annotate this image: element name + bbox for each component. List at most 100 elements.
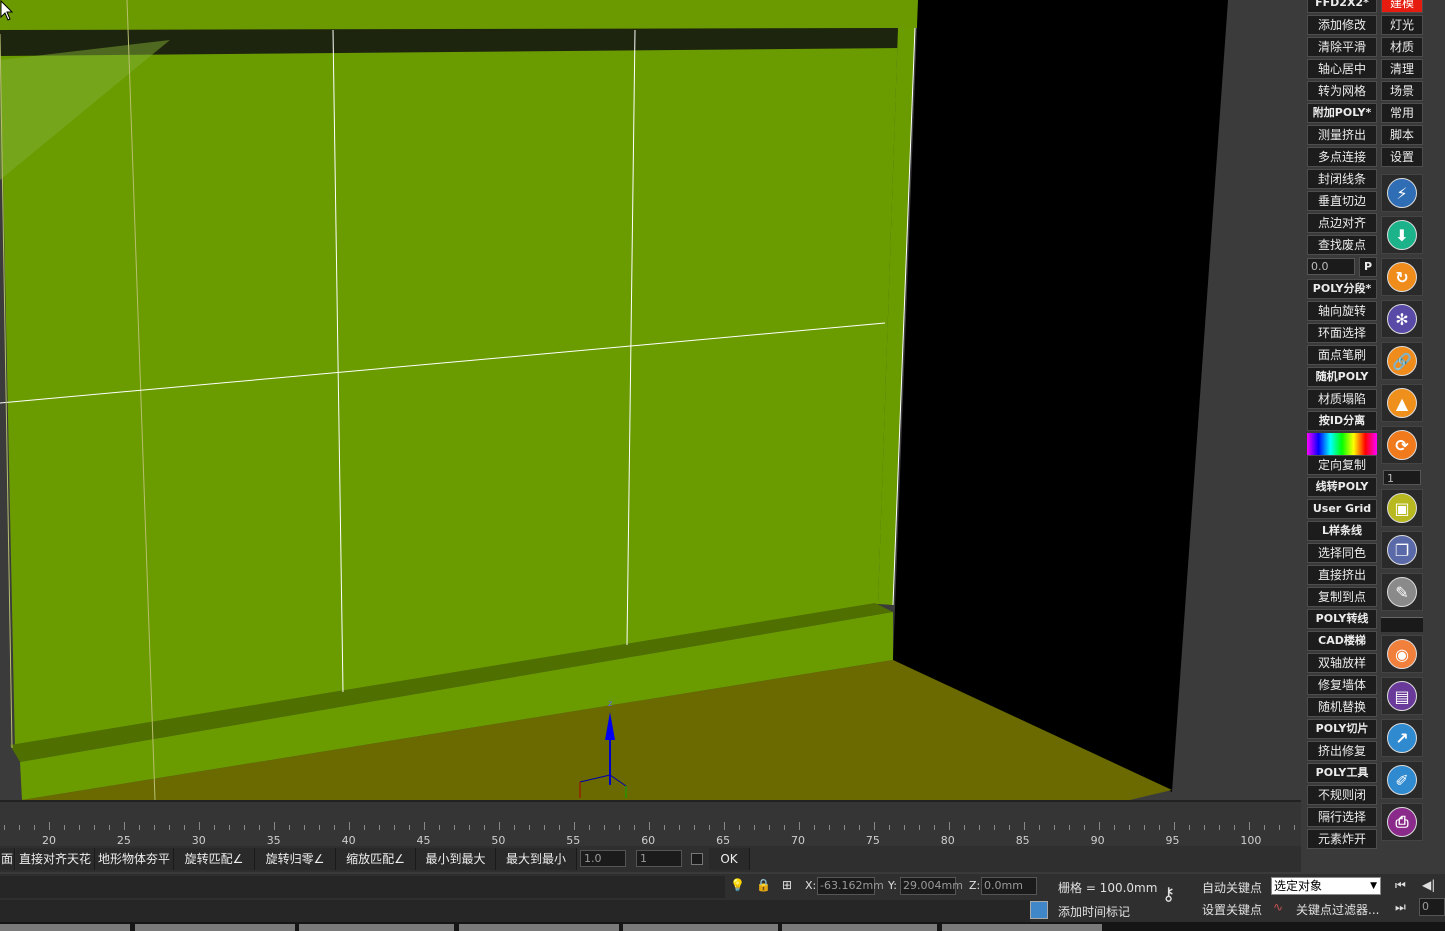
x-coordinate-field[interactable]: -63.162mm — [817, 877, 884, 895]
script-button[interactable]: 旋转匹配∠ — [174, 848, 255, 870]
tool-button[interactable]: 封闭线条 — [1307, 169, 1377, 189]
tool-button[interactable]: 测量挤出 — [1307, 125, 1377, 145]
script-button[interactable]: 直接对齐天花 — [16, 848, 95, 870]
truncated-button[interactable]: 面 — [0, 848, 15, 870]
tool-button[interactable]: 面点笔刷 — [1307, 345, 1377, 365]
tool-button[interactable]: 转为网格 — [1307, 81, 1377, 101]
tool-button[interactable]: 元素炸开 — [1307, 829, 1377, 849]
value-field-1[interactable]: 1.0 — [580, 850, 626, 867]
taskbar-item[interactable] — [299, 924, 454, 931]
key-mode-icon[interactable]: ⏭ — [1395, 900, 1406, 915]
tool-button[interactable]: 修复墙体 — [1307, 675, 1377, 695]
tool-button[interactable]: 选择同色 — [1307, 543, 1377, 563]
tool-button[interactable]: 材质塌陷 — [1307, 389, 1377, 409]
auto-key-button[interactable]: 自动关键点 — [1202, 879, 1262, 896]
tool-button[interactable]: 添加修改 — [1307, 15, 1377, 35]
tool-button[interactable]: POLY分段* — [1307, 279, 1377, 299]
key-icon[interactable]: ⚷ — [1162, 884, 1175, 905]
tool-button[interactable]: User Grid — [1307, 499, 1377, 519]
value-field-2[interactable]: 1 — [636, 850, 682, 867]
printer-button[interactable]: ⎙ — [1381, 803, 1423, 841]
document-button[interactable]: ▤ — [1381, 677, 1423, 715]
go-to-start-icon[interactable]: ⏮ — [1395, 878, 1406, 893]
eraser-button[interactable]: ✎ — [1381, 573, 1423, 611]
icon-spinner[interactable]: 1 — [1383, 470, 1421, 485]
category-tab[interactable]: 设置 — [1381, 147, 1423, 167]
tool-button[interactable]: 不规则闭 — [1307, 785, 1377, 805]
taskbar-item[interactable] — [135, 924, 295, 931]
cycle-button[interactable]: ⟳ — [1381, 426, 1423, 464]
category-tab[interactable]: 场景 — [1381, 81, 1423, 101]
ok-button[interactable]: OK — [709, 848, 750, 870]
segment-spinner[interactable]: 0.0 — [1307, 258, 1355, 275]
z-coordinate-field[interactable]: 0.0mm — [981, 877, 1037, 895]
tool-button[interactable]: 挤出修复 — [1307, 741, 1377, 761]
camera-button[interactable]: ◉ — [1381, 635, 1423, 673]
tool-button[interactable]: 垂直切边 — [1307, 191, 1377, 211]
y-coordinate-field[interactable]: 29.004mm — [900, 877, 963, 895]
script-button[interactable]: 最大到最小 — [496, 848, 577, 870]
tool-button[interactable]: 隔行选择 — [1307, 807, 1377, 827]
set-key-button[interactable]: 设置关键点 — [1202, 901, 1262, 918]
tool-button[interactable]: 查找废点 — [1307, 235, 1377, 255]
link-button[interactable]: 🔗 — [1381, 342, 1423, 380]
taskbar-item[interactable] — [942, 924, 1102, 931]
tool-button[interactable]: 随机POLY — [1307, 367, 1377, 387]
lightning-button[interactable]: ⚡ — [1381, 174, 1423, 212]
taskbar-item[interactable] — [0, 924, 130, 931]
tool-button[interactable]: CAD楼梯 — [1307, 631, 1377, 651]
tool-button[interactable]: 复制到点 — [1307, 587, 1377, 607]
category-tab[interactable]: 材质 — [1381, 37, 1423, 57]
previous-frame-icon[interactable]: ◀| — [1422, 878, 1435, 892]
option-checkbox[interactable] — [691, 853, 703, 865]
tool-button[interactable]: 点边对齐 — [1307, 213, 1377, 233]
category-tab[interactable]: 灯光 — [1381, 15, 1423, 35]
tool-button[interactable]: 多点连接 — [1307, 147, 1377, 167]
tool-button[interactable]: 双轴放样 — [1307, 653, 1377, 673]
isolate-bulb-icon[interactable]: 💡 — [730, 878, 745, 892]
flower-button[interactable]: ✻ — [1381, 300, 1423, 338]
download-button[interactable]: ⬇ — [1381, 216, 1423, 254]
tool-button[interactable]: 轴心居中 — [1307, 59, 1377, 79]
key-filters-button[interactable]: 关键点过滤器... — [1296, 901, 1379, 918]
tool-button[interactable]: L样条线 — [1307, 521, 1377, 541]
time-tag-icon[interactable] — [1030, 901, 1048, 919]
tool-button[interactable]: POLY切片 — [1307, 719, 1377, 739]
script-button[interactable]: 地形物体夯平 — [95, 848, 174, 870]
path-button[interactable]: ↗ — [1381, 719, 1423, 757]
tool-button[interactable]: 附加POLY* — [1307, 103, 1377, 123]
selection-dropdown[interactable]: 选定对象 ▼ — [1271, 877, 1381, 895]
tool-button[interactable]: FFD2X2* — [1307, 0, 1377, 13]
ruler-button[interactable]: ✐ — [1381, 761, 1423, 799]
color-spectrum-button[interactable] — [1307, 433, 1377, 455]
chart-button[interactable]: ▲ — [1381, 384, 1423, 422]
taskbar-item[interactable] — [623, 924, 778, 931]
script-button[interactable]: 最小到最大 — [416, 848, 496, 870]
tool-button[interactable]: 随机替换 — [1307, 697, 1377, 717]
refresh-button[interactable]: ↻ — [1381, 258, 1423, 296]
category-tab[interactable]: 清理 — [1381, 59, 1423, 79]
category-tab[interactable]: 建模 — [1381, 0, 1423, 13]
tool-button[interactable]: POLY转线 — [1307, 609, 1377, 629]
taskbar-item[interactable] — [782, 924, 937, 931]
tool-button[interactable]: 清除平滑 — [1307, 37, 1377, 57]
tool-button[interactable]: 线转POLY — [1307, 477, 1377, 497]
tool-button[interactable]: 定向复制 — [1307, 455, 1377, 475]
category-tab[interactable]: 常用 — [1381, 103, 1423, 123]
3d-viewport[interactable]: z — [0, 0, 1301, 800]
tool-button[interactable]: 直接挤出 — [1307, 565, 1377, 585]
image-button[interactable]: ▣ — [1381, 489, 1423, 527]
curve-icon[interactable]: ∿ — [1273, 900, 1283, 914]
tool-button[interactable]: 环面选择 — [1307, 323, 1377, 343]
lock-icon[interactable]: 🔒 — [756, 878, 771, 892]
script-button[interactable]: 旋转归零∠ — [255, 848, 336, 870]
script-button[interactable]: 缩放匹配∠ — [336, 848, 416, 870]
add-time-tag-button[interactable]: 添加时间标记 — [1058, 903, 1130, 920]
tool-button[interactable]: 按ID分离 — [1307, 411, 1377, 431]
timeline-ruler[interactable]: 20 25 30 35 40 45 50 55 60 65 70 75 80 85 90 95 100 — [0, 800, 1301, 847]
copy-button[interactable]: ❐ — [1381, 531, 1423, 569]
current-frame-field[interactable]: 0 — [1419, 898, 1445, 916]
tool-button[interactable]: 轴向旋转 — [1307, 301, 1377, 321]
taskbar-item[interactable] — [459, 924, 619, 931]
p-button[interactable]: P — [1359, 257, 1377, 277]
